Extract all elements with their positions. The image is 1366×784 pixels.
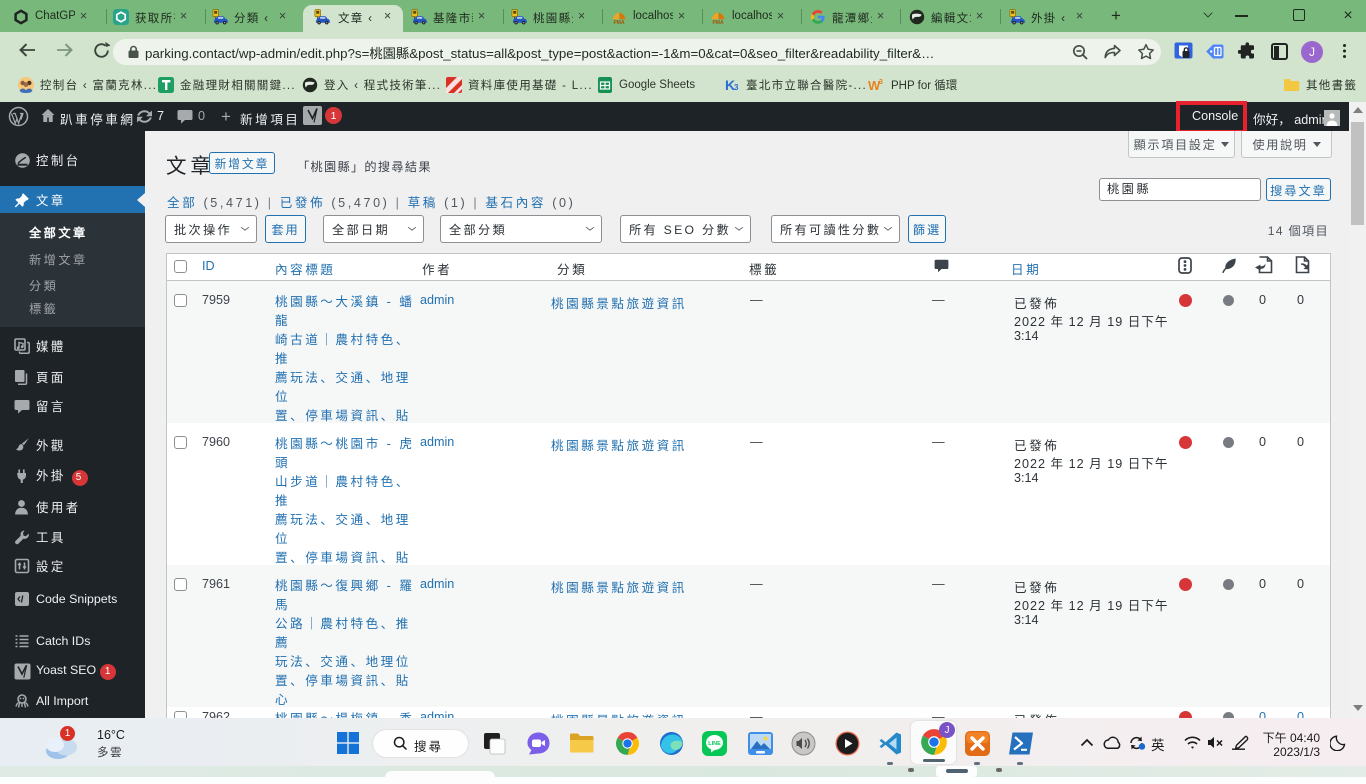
svg-text:LINE: LINE	[708, 741, 721, 747]
svg-text:3: 3	[734, 83, 739, 92]
svg-text:3: 3	[879, 79, 883, 86]
svg-text:PMA: PMA	[613, 20, 625, 25]
svg-text:PMA: PMA	[712, 20, 724, 25]
